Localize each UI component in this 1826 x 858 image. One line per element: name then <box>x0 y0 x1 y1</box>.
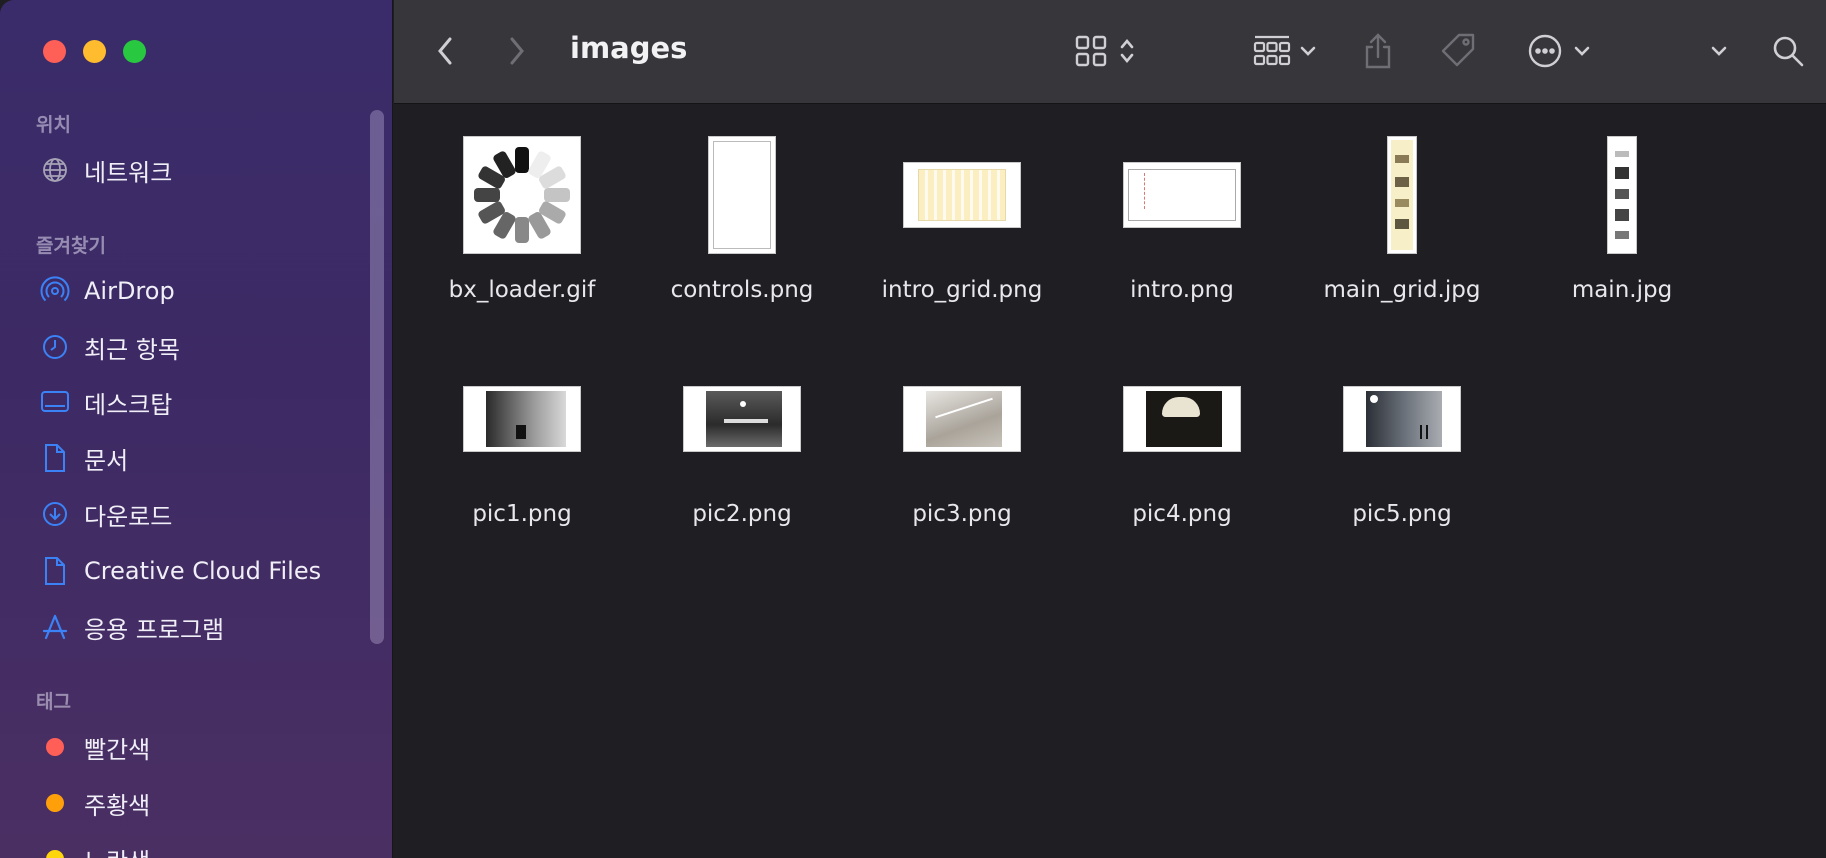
chevron-down-icon <box>1711 46 1727 56</box>
download-icon <box>38 497 72 531</box>
sidebar-item-label: 빨간색 <box>84 735 151 764</box>
tag-dot-icon <box>38 842 72 858</box>
sidebar-item-label: 네트워크 <box>84 158 173 187</box>
sidebar-item-documents[interactable]: 문서 <box>38 438 128 478</box>
toolbar: images <box>394 0 1826 104</box>
file-name: main_grid.jpg <box>1323 277 1481 303</box>
sidebar-item-label: 다운로드 <box>84 502 173 531</box>
file-item[interactable]: intro.png <box>1082 135 1282 303</box>
file-item[interactable]: intro_grid.png <box>862 135 1062 303</box>
group-button[interactable] <box>1248 30 1322 72</box>
back-button[interactable] <box>430 30 460 72</box>
airdrop-icon <box>38 274 72 308</box>
forward-button[interactable] <box>502 30 532 72</box>
file-thumbnail <box>903 162 1021 228</box>
file-thumbnail <box>903 386 1021 452</box>
sidebar-item-label: 응용 프로그램 <box>84 615 225 644</box>
sidebar-item-tag-red[interactable]: 빨간색 <box>38 727 150 767</box>
chevron-right-icon <box>510 37 524 65</box>
window-controls <box>43 40 146 63</box>
sidebar-item-creative-cloud[interactable]: Creative Cloud Files <box>38 551 321 591</box>
file-item[interactable]: pic5.png <box>1302 359 1502 527</box>
sidebar-item-label: 주황색 <box>84 791 151 820</box>
file-name: intro.png <box>1130 277 1234 303</box>
sidebar-item-label: 노란색 <box>84 842 150 858</box>
sidebar-item-recents[interactable]: 최근 항목 <box>38 327 180 367</box>
sidebar-item-applications[interactable]: 응용 프로그램 <box>38 607 224 647</box>
file-name: bx_loader.gif <box>448 277 596 303</box>
sidebar-item-label: AirDrop <box>84 277 175 305</box>
file-browser: bx_loader.gif controls.png intro_grid.pn… <box>394 105 1826 858</box>
sidebar-item-network[interactable]: 네트워크 <box>38 150 172 190</box>
tag-button[interactable] <box>1436 30 1480 72</box>
view-mode-button[interactable] <box>1070 30 1140 72</box>
file-item[interactable]: controls.png <box>642 135 842 303</box>
sidebar-item-label: 최근 항목 <box>84 335 180 364</box>
file-thumbnail <box>708 136 776 254</box>
share-button[interactable] <box>1358 30 1398 72</box>
file-name: controls.png <box>670 277 814 303</box>
file-name: pic1.png <box>472 501 572 527</box>
applications-icon <box>38 610 72 644</box>
chevron-left-icon <box>438 37 452 65</box>
window-title: images <box>570 31 688 65</box>
file-item[interactable]: pic3.png <box>862 359 1062 527</box>
more-actions-button[interactable] <box>1524 30 1594 72</box>
ellipsis-circle-icon <box>1528 34 1562 68</box>
file-item[interactable]: pic1.png <box>422 359 622 527</box>
sidebar-item-desktop[interactable]: 데스크탑 <box>38 382 172 422</box>
sidebar-scrollbar[interactable] <box>370 110 384 644</box>
zoom-window-button[interactable] <box>123 40 146 63</box>
file-name: pic2.png <box>692 501 792 527</box>
document-icon <box>38 441 72 475</box>
chevron-down-icon <box>1574 46 1590 56</box>
tag-icon <box>1441 33 1475 67</box>
search-button[interactable] <box>1768 30 1808 72</box>
tag-dot-icon <box>38 786 72 820</box>
globe-icon <box>38 153 72 187</box>
tag-dot-icon <box>38 730 72 764</box>
icon-view-icon <box>1075 35 1107 67</box>
section-header-tags: 태그 <box>36 691 71 713</box>
file-item[interactable]: main_grid.jpg <box>1302 135 1502 303</box>
share-icon <box>1365 33 1391 69</box>
sidebar: 위치 네트워크 즐겨찾기 AirDrop 최근 항목 데스크탑 문서 다운로드 … <box>0 0 393 858</box>
section-header-favorites: 즐겨찾기 <box>36 235 106 257</box>
file-thumbnail <box>463 136 581 254</box>
minimize-window-button[interactable] <box>83 40 106 63</box>
file-item[interactable]: bx_loader.gif <box>422 135 622 303</box>
sidebar-item-tag-orange[interactable]: 주황색 <box>38 783 150 823</box>
close-window-button[interactable] <box>43 40 66 63</box>
sidebar-item-label: Creative Cloud Files <box>84 557 322 585</box>
toolbar-overflow-button[interactable] <box>1704 30 1734 72</box>
file-item[interactable]: main.jpg <box>1522 135 1722 303</box>
file-thumbnail <box>1607 136 1637 254</box>
section-header-locations: 위치 <box>36 114 71 136</box>
chevron-down-icon <box>1300 46 1316 56</box>
file-item[interactable]: pic2.png <box>642 359 842 527</box>
sidebar-item-airdrop[interactable]: AirDrop <box>38 271 175 311</box>
sidebar-item-label: 데스크탑 <box>84 390 173 419</box>
file-thumbnail <box>1387 136 1417 254</box>
clock-icon <box>38 330 72 364</box>
file-name: pic3.png <box>912 501 1012 527</box>
file-name: main.jpg <box>1571 277 1673 303</box>
group-grid-icon <box>1253 35 1291 66</box>
search-icon <box>1773 36 1804 67</box>
desktop-icon <box>38 385 72 419</box>
file-item[interactable]: pic4.png <box>1082 359 1282 527</box>
file-thumbnail <box>1123 386 1241 452</box>
sidebar-item-tag-yellow[interactable]: 노란색 <box>38 839 150 858</box>
sidebar-item-downloads[interactable]: 다운로드 <box>38 494 172 534</box>
sidebar-item-label: 문서 <box>84 446 129 475</box>
file-icon <box>38 554 72 588</box>
file-name: intro_grid.png <box>881 277 1043 303</box>
chevron-updown-icon <box>1120 38 1134 64</box>
file-name: pic5.png <box>1352 501 1452 527</box>
file-thumbnail <box>1123 162 1241 228</box>
file-thumbnail <box>1343 386 1461 452</box>
file-thumbnail <box>463 386 581 452</box>
file-thumbnail <box>683 386 801 452</box>
file-name: pic4.png <box>1132 501 1232 527</box>
